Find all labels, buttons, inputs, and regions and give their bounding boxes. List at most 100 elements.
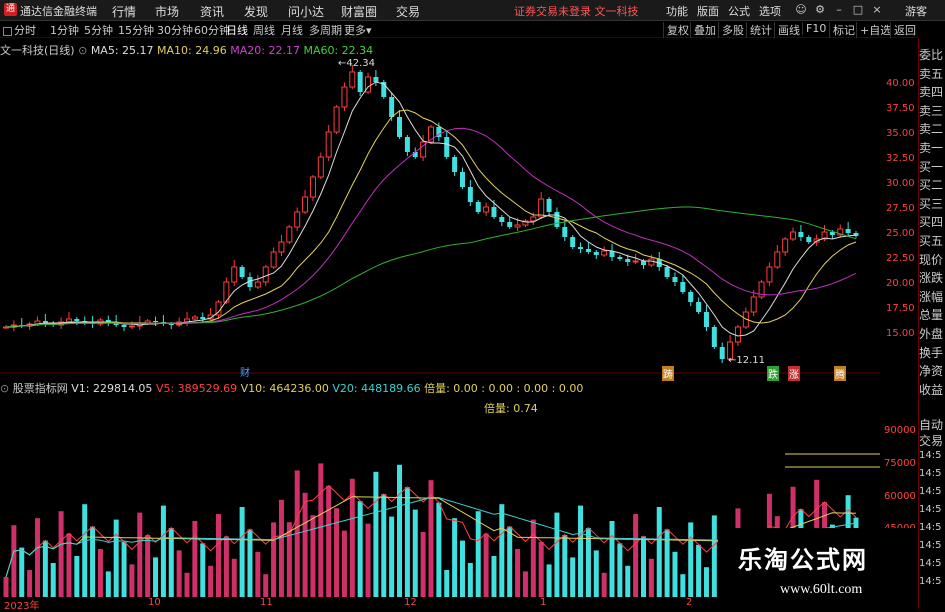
volume-bar xyxy=(239,507,245,597)
volume-bar xyxy=(271,522,277,597)
volume-bar xyxy=(302,492,308,597)
close-icon[interactable]: × xyxy=(870,3,884,16)
volume-bar xyxy=(522,571,528,597)
volume-bar xyxy=(412,509,418,597)
candle-body xyxy=(688,292,694,302)
candle-body xyxy=(719,347,725,359)
candle-body xyxy=(514,224,521,228)
tool-stats[interactable]: 统计 xyxy=(746,22,772,38)
menu-options[interactable]: 选项 xyxy=(759,3,781,19)
panel-field: 涨跌 xyxy=(919,271,944,286)
candle-body xyxy=(538,198,545,218)
volume-bar xyxy=(546,564,552,597)
maximize-icon[interactable]: □ xyxy=(851,3,865,16)
title-bar: 通 通达信金融终端 行情 市场 资讯 发现 问小达 财富圈 交易 证券交易未登录… xyxy=(0,0,945,21)
candle-body xyxy=(231,266,238,283)
candle-body xyxy=(680,282,686,292)
tool-adjust[interactable]: 复权 xyxy=(663,22,689,38)
ma-legend: 文一科技(日线) ⊙ MA5: 25.17 MA10: 24.96 MA20: … xyxy=(0,42,373,57)
volume-bar xyxy=(711,515,717,597)
tick-time: 14:5 xyxy=(919,558,942,569)
menu-ask[interactable]: 问小达 xyxy=(288,3,324,20)
period-15min[interactable]: 15分钟 xyxy=(118,22,154,38)
guest-label[interactable]: 游客 xyxy=(905,3,927,19)
period-5min[interactable]: 5分钟 xyxy=(84,22,113,38)
kline-chart[interactable] xyxy=(0,55,880,375)
event-marker[interactable]: 涨 xyxy=(788,366,800,381)
period-weekly[interactable]: 周线 xyxy=(253,22,275,38)
candle-body xyxy=(239,267,245,277)
menu-news[interactable]: 资讯 xyxy=(200,3,224,20)
panel-auto[interactable]: 自动 xyxy=(919,416,945,433)
menu-formula[interactable]: 公式 xyxy=(728,3,750,19)
panel-field: 委比 xyxy=(919,48,944,62)
panel-field: 买一 xyxy=(919,159,944,174)
candle-body xyxy=(499,217,505,222)
candle-body xyxy=(632,260,639,263)
panel-field: 总量 xyxy=(919,308,944,323)
checkbox-icon xyxy=(3,26,12,36)
candle-body xyxy=(270,251,277,268)
candle-body xyxy=(389,97,395,117)
tool-back[interactable]: 返回 xyxy=(890,22,916,38)
panel-field: 净资 xyxy=(919,364,944,379)
volume-bar xyxy=(475,511,481,597)
panel-field: 买三 xyxy=(919,196,944,211)
period-multi[interactable]: 多周期 xyxy=(309,22,342,38)
period-more[interactable]: 更多▾ xyxy=(344,22,372,38)
period-intraday[interactable]: 分时 xyxy=(3,22,36,38)
tick-time: 14:5 xyxy=(919,576,942,587)
price-tick: 25.00 xyxy=(886,228,915,239)
volume-bar xyxy=(499,504,505,597)
volume-bar xyxy=(42,540,48,597)
volume-bar xyxy=(389,516,395,597)
volume-bar xyxy=(223,536,229,597)
menu-trade[interactable]: 交易 xyxy=(396,3,420,20)
app-logo-icon: 通 xyxy=(4,3,17,16)
volume-bar xyxy=(452,518,458,597)
tool-mark[interactable]: 标记 xyxy=(829,22,855,38)
period-1min[interactable]: 1分钟 xyxy=(50,22,79,38)
period-daily[interactable]: 日线 xyxy=(226,22,248,38)
volume-bar xyxy=(467,563,473,597)
volume-bar xyxy=(601,572,607,597)
tool-add-favorite[interactable]: +自选 xyxy=(856,22,891,38)
minimize-icon[interactable]: – xyxy=(832,3,846,16)
period-30min[interactable]: 30分钟 xyxy=(157,22,193,38)
menu-discover[interactable]: 发现 xyxy=(244,3,268,20)
candle-body xyxy=(585,249,591,252)
candle-body xyxy=(286,226,293,243)
finance-marker[interactable]: 财 xyxy=(240,364,250,379)
volume-bar xyxy=(633,514,639,597)
menu-function[interactable]: 功能 xyxy=(666,3,688,19)
event-marker[interactable]: 踌 xyxy=(662,366,674,381)
tool-overlay[interactable]: 叠加 xyxy=(690,22,716,38)
panel-trade[interactable]: 交易 xyxy=(919,432,945,449)
menu-quotes[interactable]: 行情 xyxy=(112,3,136,20)
volume-bar xyxy=(200,543,206,597)
volume-bar xyxy=(82,504,88,597)
menu-market[interactable]: 市场 xyxy=(155,3,179,20)
candle-body xyxy=(672,277,678,282)
event-marker[interactable]: 跌 xyxy=(767,366,779,381)
period-60min[interactable]: 60分钟 xyxy=(194,22,230,38)
event-marker[interactable]: 腾 xyxy=(834,366,846,381)
volume-bar xyxy=(397,464,403,597)
volume-bar xyxy=(184,572,190,597)
panel-field: 卖四 xyxy=(919,85,944,100)
settings-icon[interactable]: ⚙ xyxy=(813,3,827,16)
candle-body xyxy=(641,261,646,265)
candle-body xyxy=(349,71,356,88)
candle-body xyxy=(200,317,206,319)
period-monthly[interactable]: 月线 xyxy=(281,22,303,38)
user-icon[interactable]: ☺ xyxy=(794,3,808,16)
ma20-line xyxy=(5,127,857,328)
tool-multistock[interactable]: 多股 xyxy=(718,22,744,38)
tool-f10[interactable]: F10 xyxy=(802,22,826,35)
menu-wealth[interactable]: 财富圈 xyxy=(341,3,377,20)
volume-tick: 75000 xyxy=(884,458,916,469)
menu-layout[interactable]: 版面 xyxy=(697,3,719,19)
volume-bar xyxy=(74,556,80,597)
volume-bar xyxy=(680,574,686,597)
tool-draw[interactable]: 画线 xyxy=(774,22,800,38)
